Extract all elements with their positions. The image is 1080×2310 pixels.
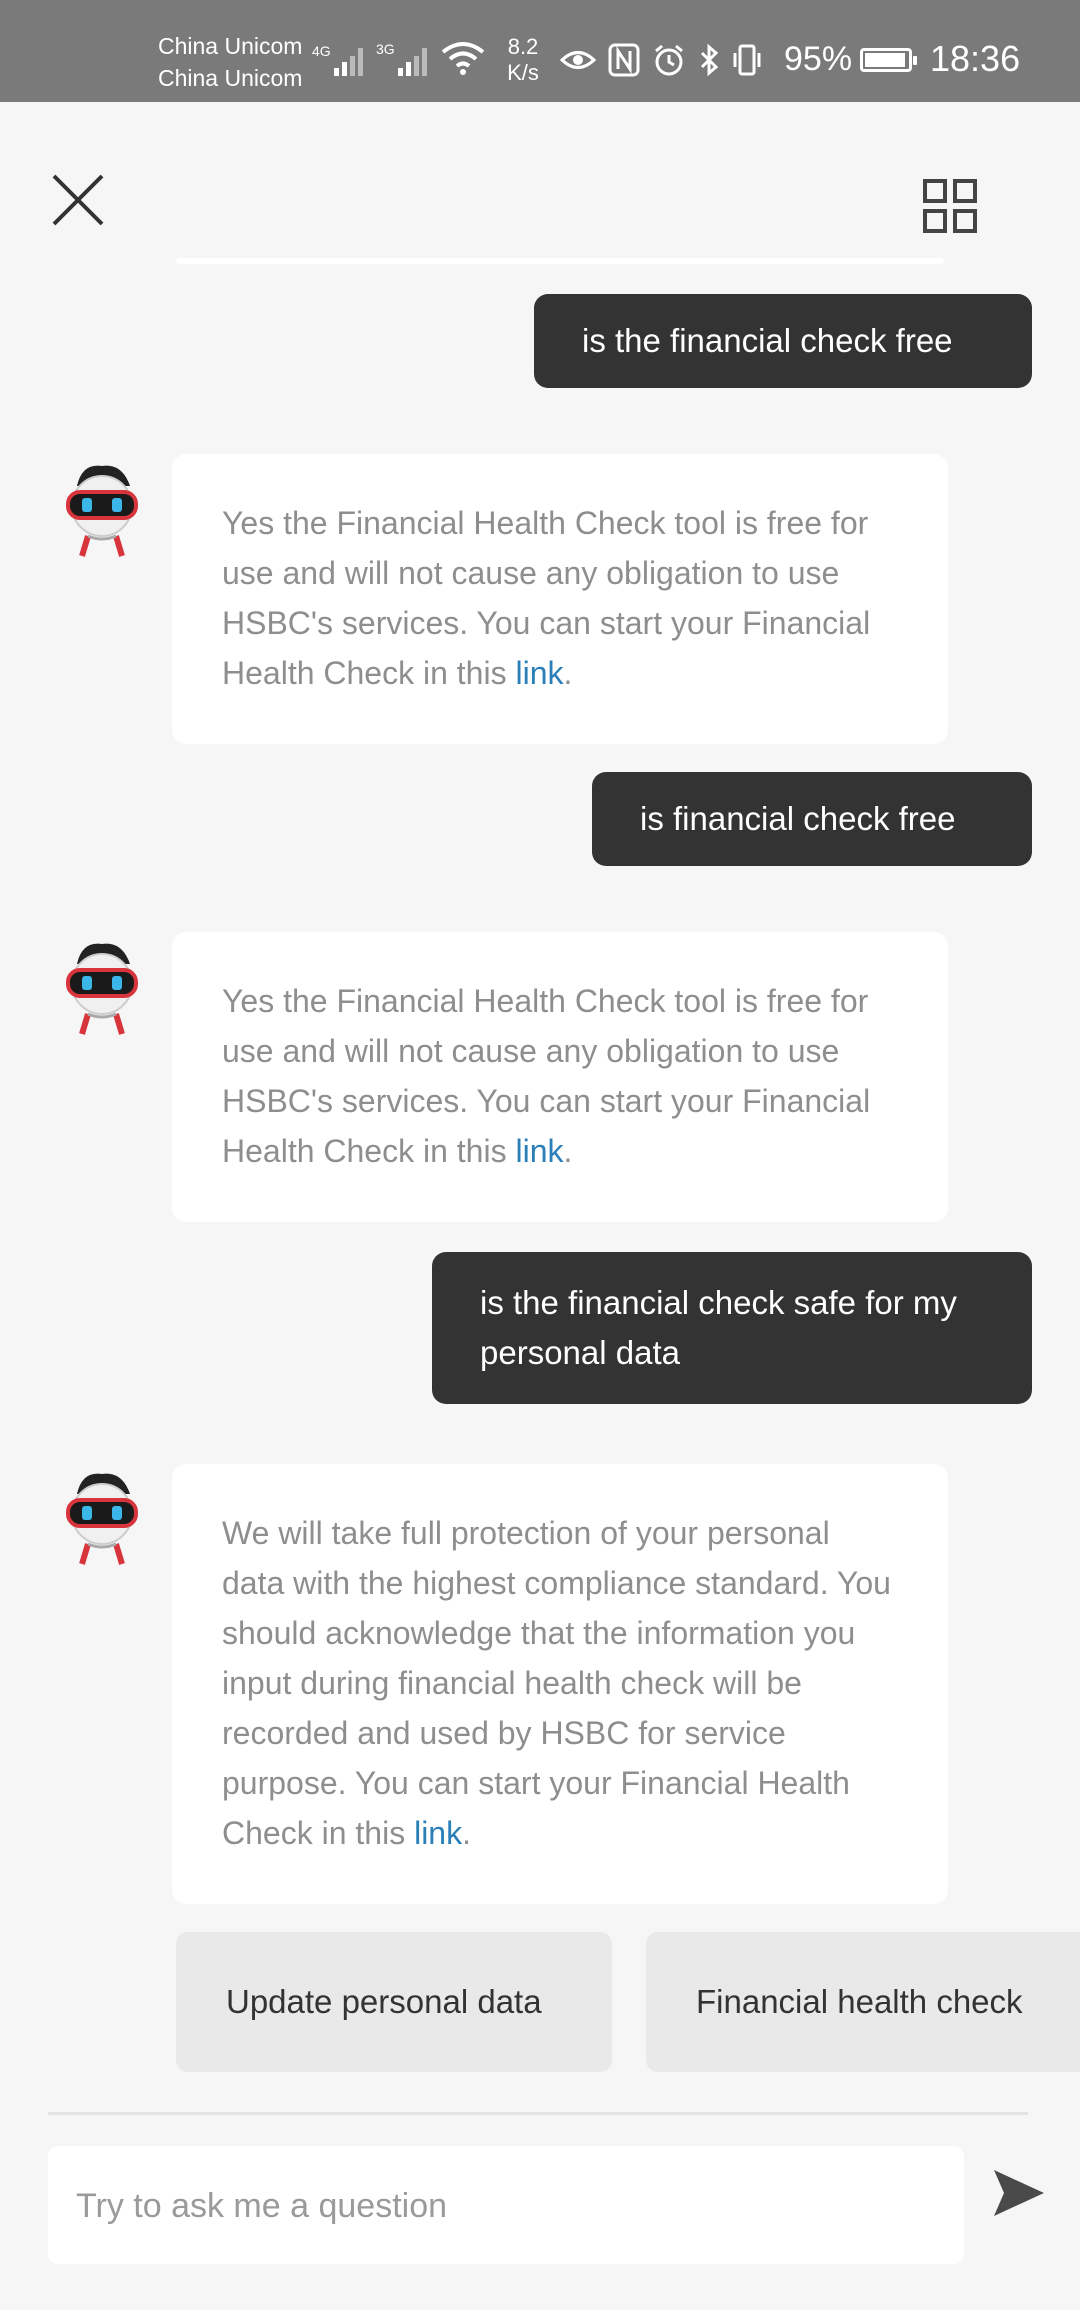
bot-message: We will take full protection of your per… bbox=[172, 1464, 948, 1904]
battery-icon bbox=[860, 48, 917, 72]
robot-avatar bbox=[66, 1473, 138, 1565]
input-divider bbox=[48, 2112, 1028, 2115]
clock: 18:36 bbox=[930, 38, 1021, 79]
start-check-link[interactable]: link bbox=[515, 655, 563, 691]
robot-avatar bbox=[66, 465, 138, 557]
quick-reply-update-personal-data[interactable]: Update personal data bbox=[176, 1932, 612, 2072]
status-bar: China Unicom China Unicom 4G 3G 8.2 K/s bbox=[0, 0, 1080, 102]
alarm-icon bbox=[655, 44, 683, 76]
signal-4g-icon: 4G bbox=[312, 43, 363, 76]
carrier-names: China Unicom China Unicom bbox=[158, 30, 302, 94]
bot-message: Yes the Financial Health Check tool is f… bbox=[172, 932, 948, 1222]
battery-percent: 95% bbox=[784, 40, 853, 78]
carrier-2: China Unicom bbox=[158, 65, 303, 91]
signal-3g-icon: 3G bbox=[376, 41, 427, 76]
net-speed: 8.2 K/s bbox=[507, 34, 539, 85]
send-icon[interactable] bbox=[992, 2168, 1046, 2218]
close-icon[interactable] bbox=[48, 170, 108, 230]
grid-menu-icon[interactable] bbox=[922, 178, 978, 234]
question-input[interactable] bbox=[74, 2146, 942, 2266]
quick-reply-financial-health-check[interactable]: Financial health check bbox=[646, 1932, 1080, 2072]
svg-text:4G: 4G bbox=[312, 43, 331, 59]
user-message: is financial check free bbox=[592, 772, 1032, 866]
header-divider bbox=[176, 258, 944, 264]
wifi-icon bbox=[441, 42, 485, 75]
bluetooth-icon bbox=[700, 43, 719, 77]
user-message: is the financial check free bbox=[534, 294, 1032, 388]
svg-text:3G: 3G bbox=[376, 41, 395, 57]
start-check-link[interactable]: link bbox=[414, 1815, 462, 1851]
robot-avatar bbox=[66, 943, 138, 1035]
status-icons bbox=[560, 38, 762, 82]
user-message: is the financial check safe for my perso… bbox=[432, 1252, 1032, 1404]
carrier-1: China Unicom bbox=[158, 33, 303, 59]
eye-comfort-icon bbox=[560, 51, 596, 69]
vibrate-icon bbox=[733, 44, 761, 76]
question-input-container[interactable] bbox=[48, 2146, 964, 2266]
start-check-link[interactable]: link bbox=[515, 1133, 563, 1169]
bot-message: Yes the Financial Health Check tool is f… bbox=[172, 454, 948, 744]
nfc-icon bbox=[608, 43, 640, 77]
